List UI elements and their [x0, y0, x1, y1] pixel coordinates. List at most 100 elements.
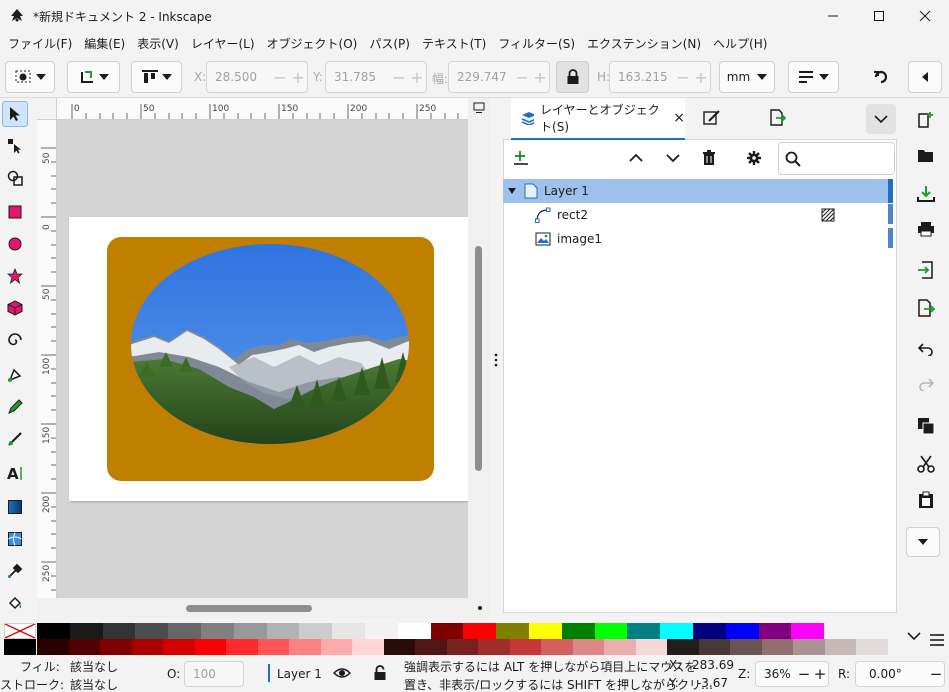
- palette-swatch[interactable]: [102, 623, 136, 639]
- 3d-box-tool[interactable]: [2, 295, 28, 321]
- object-row-image1[interactable]: image1: [503, 227, 887, 251]
- new-document-button[interactable]: [912, 106, 940, 134]
- menu-filters[interactable]: フィルター(S): [492, 32, 581, 56]
- palette-swatch[interactable]: [131, 639, 164, 655]
- palette-swatch[interactable]: [168, 623, 202, 639]
- palette-swatch[interactable]: [257, 639, 290, 655]
- palette-swatch[interactable]: [320, 639, 353, 655]
- palette-swatch[interactable]: [604, 639, 636, 655]
- palette-swatch[interactable]: [289, 639, 321, 655]
- palette-swatch[interactable]: [100, 639, 132, 655]
- palette-swatch[interactable]: [383, 639, 416, 655]
- mesh-tool[interactable]: [2, 526, 28, 552]
- redo-button[interactable]: [912, 370, 940, 398]
- palette-swatch[interactable]: [430, 623, 464, 639]
- unit-select[interactable]: mm: [719, 61, 775, 93]
- plus-icon[interactable]: +: [408, 68, 426, 87]
- menu-edit[interactable]: 編集(E): [78, 32, 131, 56]
- palette-swatch[interactable]: [135, 623, 169, 639]
- menu-help[interactable]: ヘルプ(H): [707, 32, 773, 56]
- close-window-button[interactable]: [902, 0, 948, 32]
- artwork[interactable]: [69, 217, 468, 501]
- minus-icon[interactable]: −: [271, 68, 289, 87]
- document-page[interactable]: [69, 217, 468, 501]
- horizontal-scroll-thumb[interactable]: [186, 605, 312, 612]
- palette-swatch[interactable]: [698, 639, 731, 655]
- print-button[interactable]: [912, 215, 940, 243]
- maximize-button[interactable]: [856, 0, 902, 32]
- palette-swatch[interactable]: [415, 639, 447, 655]
- vertical-scroll-thumb[interactable]: [475, 246, 482, 471]
- tab-close-icon[interactable]: ×: [673, 110, 685, 126]
- plus-icon[interactable]: +: [692, 68, 710, 87]
- undo-button[interactable]: [912, 335, 940, 363]
- rectangle-tool[interactable]: [2, 199, 28, 225]
- panel-menu-button[interactable]: [866, 104, 896, 134]
- palette-swatch[interactable]: [68, 639, 101, 655]
- palette-swatch[interactable]: [761, 639, 794, 655]
- palette-swatch[interactable]: [37, 639, 69, 655]
- palette-swatch[interactable]: [635, 639, 668, 655]
- palette-swatch[interactable]: [725, 623, 759, 639]
- layer-row-layer1[interactable]: Layer 1: [503, 179, 889, 203]
- palette-swatch[interactable]: [37, 623, 70, 639]
- lock-proportions-button[interactable]: [556, 61, 589, 93]
- calligraphy-tool[interactable]: [2, 426, 28, 452]
- more-commands-button[interactable]: [906, 527, 940, 557]
- palette-swatch[interactable]: [793, 639, 825, 655]
- palette-swatch[interactable]: [730, 639, 762, 655]
- palette-swatch[interactable]: [791, 623, 825, 639]
- transform-options-button[interactable]: [788, 61, 839, 93]
- palette-swatch[interactable]: [463, 623, 497, 639]
- palette-swatch[interactable]: [446, 639, 479, 655]
- export-button[interactable]: [912, 294, 940, 322]
- dropper-tool[interactable]: [2, 558, 28, 584]
- palette-swatch[interactable]: [541, 639, 573, 655]
- paste-button[interactable]: [912, 486, 940, 514]
- shape-builder-tool[interactable]: [2, 165, 28, 191]
- menu-file[interactable]: ファイル(F): [2, 32, 78, 56]
- palette-swatch[interactable]: [824, 639, 857, 655]
- panel-resize-handle[interactable]: [494, 352, 498, 368]
- palette-swatch[interactable]: [627, 623, 661, 639]
- palette-swatch[interactable]: [69, 623, 103, 639]
- palette-swatch[interactable]: [594, 623, 628, 639]
- palette-swatch[interactable]: [572, 639, 605, 655]
- zoom-field[interactable]: 36% − +: [755, 661, 829, 687]
- palette-swatch[interactable]: [163, 639, 195, 655]
- object-search-input[interactable]: [778, 142, 895, 175]
- palette-menu-button[interactable]: [930, 634, 944, 649]
- toggle-commands-button[interactable]: [908, 61, 942, 93]
- cut-button[interactable]: [912, 450, 940, 478]
- minus-icon[interactable]: −: [796, 665, 812, 683]
- palette-swatch[interactable]: [667, 639, 699, 655]
- save-button[interactable]: [912, 180, 940, 208]
- import-button[interactable]: [912, 256, 940, 284]
- add-layer-button[interactable]: [513, 150, 529, 169]
- object-row-rect2[interactable]: rect2: [503, 203, 887, 227]
- open-button[interactable]: [912, 142, 940, 170]
- palette-swatch[interactable]: [194, 639, 227, 655]
- y-field[interactable]: 31.785 − +: [325, 61, 427, 93]
- text-tool[interactable]: A: [2, 460, 28, 486]
- minus-icon[interactable]: −: [513, 68, 531, 87]
- palette-swatch[interactable]: [201, 623, 234, 639]
- x-field[interactable]: 28.500 − +: [206, 61, 308, 93]
- layer-lock-toggle[interactable]: [373, 665, 387, 684]
- pencil-tool[interactable]: [2, 394, 28, 420]
- minimize-button[interactable]: [810, 0, 856, 32]
- fill-value[interactable]: 該当なし: [70, 658, 118, 675]
- palette-swatch[interactable]: [397, 623, 431, 639]
- layer-visibility-toggle[interactable]: [332, 666, 352, 683]
- pen-tool[interactable]: [2, 362, 28, 388]
- palette-scroll-button[interactable]: [907, 630, 921, 644]
- no-paint-swatch[interactable]: [4, 623, 36, 639]
- expand-down-icon[interactable]: [507, 187, 517, 195]
- horizontal-scrollbar[interactable]: [37, 598, 490, 618]
- tab-layers-objects[interactable]: レイヤーとオブジェクト(S) ×: [511, 98, 685, 140]
- stroke-value[interactable]: 該当なし: [70, 676, 118, 692]
- palette-swatch[interactable]: [509, 639, 542, 655]
- tab-export[interactable]: [769, 109, 787, 130]
- menu-path[interactable]: パス(P): [363, 32, 416, 56]
- opacity-field[interactable]: 100: [184, 661, 244, 687]
